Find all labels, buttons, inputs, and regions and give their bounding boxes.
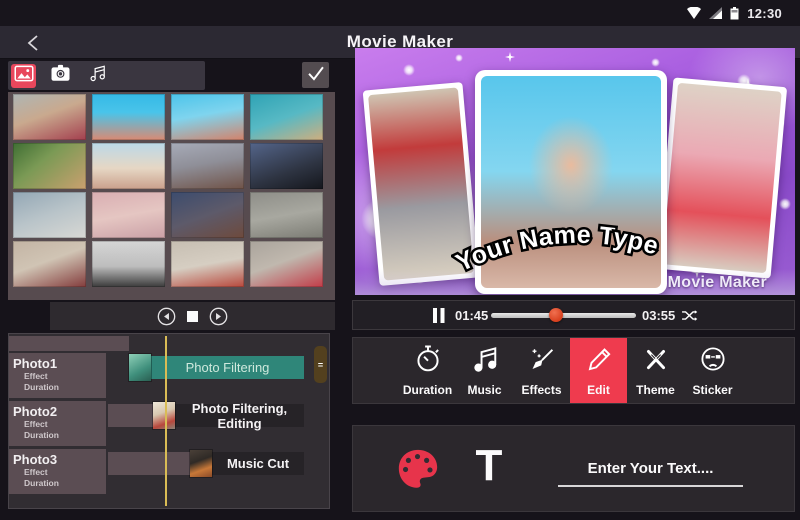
enter-text-input[interactable] bbox=[558, 456, 743, 487]
clip-thumbnail bbox=[129, 354, 151, 381]
pause-button[interactable] bbox=[433, 301, 445, 329]
check-icon bbox=[306, 64, 326, 87]
shuffle-button[interactable] bbox=[681, 301, 698, 329]
pencil-icon bbox=[585, 344, 613, 379]
track-label-photo2[interactable]: Photo2 Effect Duration bbox=[9, 401, 106, 446]
battery-icon bbox=[730, 6, 739, 20]
pause-icon bbox=[433, 307, 445, 323]
camera-icon bbox=[50, 64, 71, 87]
seek-slider[interactable] bbox=[491, 308, 636, 322]
sparkle bbox=[403, 64, 415, 76]
tool-duration[interactable]: Duration bbox=[399, 338, 456, 403]
preview-canvas: Your Name Type Movie Maker bbox=[355, 48, 795, 295]
photo-thumbnail[interactable] bbox=[171, 94, 244, 140]
player-bar: 01:45 03:55 bbox=[352, 300, 795, 330]
total-duration: 03:55 bbox=[642, 307, 676, 323]
progress-thumb[interactable] bbox=[549, 308, 564, 322]
tab-audio[interactable] bbox=[85, 64, 110, 88]
track-label-photo3[interactable]: Photo3 Effect Duration bbox=[9, 449, 106, 494]
photo-thumbnail[interactable] bbox=[171, 143, 244, 189]
photo-thumbnail[interactable] bbox=[171, 241, 244, 287]
sparkle bbox=[415, 274, 425, 284]
photo-thumbnail[interactable] bbox=[92, 241, 165, 287]
next-button[interactable] bbox=[209, 307, 228, 326]
timeline: Photo1 Effect Duration Photo2 Effect Dur… bbox=[8, 333, 330, 509]
broom-icon bbox=[528, 344, 556, 379]
status-bar: 12:30 bbox=[0, 0, 800, 26]
music-note-icon bbox=[471, 344, 499, 379]
color-palette-button[interactable] bbox=[395, 446, 441, 492]
elapsed-time: 01:45 bbox=[455, 307, 489, 323]
sparkle bbox=[505, 52, 515, 62]
sparkle bbox=[651, 58, 660, 67]
sparkle bbox=[455, 54, 463, 62]
music-icon bbox=[88, 63, 107, 88]
clip-lead-segment bbox=[108, 452, 191, 475]
photo-thumbnail[interactable] bbox=[171, 192, 244, 238]
photo-thumbnail[interactable] bbox=[250, 192, 323, 238]
signal-icon bbox=[709, 7, 723, 19]
confirm-selection-button[interactable] bbox=[302, 62, 329, 88]
tab-photos[interactable] bbox=[11, 63, 36, 88]
photo-thumbnail[interactable] bbox=[250, 94, 323, 140]
svg-text:Your Name Type: Your Name Type bbox=[452, 221, 662, 278]
previous-button[interactable] bbox=[157, 307, 176, 326]
watermark: Movie Maker bbox=[667, 274, 767, 291]
tool-theme[interactable]: Theme bbox=[627, 338, 684, 403]
stopwatch-icon bbox=[414, 344, 442, 379]
photo-thumbnail[interactable] bbox=[250, 143, 323, 189]
stop-button[interactable] bbox=[187, 310, 198, 322]
caption-text-overlay[interactable]: Your Name Type bbox=[451, 208, 691, 288]
next-icon bbox=[209, 307, 228, 325]
back-button[interactable] bbox=[20, 31, 46, 55]
sticker-face-icon bbox=[699, 344, 727, 379]
clip-photo-filtering[interactable]: Photo Filtering bbox=[129, 354, 304, 381]
media-tabbar bbox=[8, 61, 205, 90]
timeline-scroll-handle[interactable]: = bbox=[314, 346, 327, 383]
photo-thumbnail[interactable] bbox=[13, 192, 86, 238]
playhead[interactable] bbox=[165, 336, 167, 506]
photo-thumbnail[interactable] bbox=[92, 143, 165, 189]
tab-camera[interactable] bbox=[48, 64, 73, 88]
previous-icon bbox=[157, 307, 176, 325]
shuffle-icon bbox=[682, 309, 698, 321]
photo-thumbnail[interactable] bbox=[13, 241, 86, 287]
clip-thumbnail bbox=[190, 450, 212, 477]
back-chevron-icon bbox=[27, 35, 38, 51]
photo-thumbnail[interactable] bbox=[92, 192, 165, 238]
image-icon bbox=[14, 65, 34, 87]
sparkle bbox=[779, 198, 791, 210]
transport-controls bbox=[50, 302, 335, 330]
clip-thumbnail bbox=[153, 402, 175, 429]
photo-thumbnail[interactable] bbox=[250, 241, 323, 287]
photo-thumbnail[interactable] bbox=[13, 94, 86, 140]
photo-thumbnail[interactable] bbox=[92, 94, 165, 140]
movie-maker-app: 12:30 Movie Maker Photo1 Effect Duration… bbox=[0, 0, 800, 520]
timeline-top-strip bbox=[9, 336, 129, 351]
tool-music[interactable]: Music bbox=[456, 338, 513, 403]
crossed-wands-icon bbox=[642, 344, 670, 379]
photo-grid bbox=[8, 92, 335, 300]
status-time: 12:30 bbox=[747, 5, 782, 21]
add-text-button[interactable]: T bbox=[471, 440, 507, 492]
clip-lead-segment bbox=[108, 404, 154, 427]
palette-icon bbox=[398, 449, 438, 488]
clip-music-cut[interactable]: Music Cut bbox=[190, 450, 304, 477]
edit-toolbar: Duration Music Effects Edit Theme Sticke… bbox=[352, 337, 795, 404]
tool-sticker[interactable]: Sticker bbox=[684, 338, 741, 403]
wifi-icon bbox=[687, 7, 702, 19]
tool-edit[interactable]: Edit bbox=[570, 338, 627, 403]
clip-photo-filtering-editing[interactable]: Photo Filtering, Editing bbox=[153, 401, 304, 431]
caption-text: Your Name Type bbox=[451, 218, 664, 280]
text-tool-panel: T bbox=[352, 425, 795, 512]
stop-icon bbox=[187, 310, 198, 322]
tool-effects[interactable]: Effects bbox=[513, 338, 570, 403]
track-label-photo1[interactable]: Photo1 Effect Duration bbox=[9, 353, 106, 398]
photo-thumbnail[interactable] bbox=[13, 143, 86, 189]
